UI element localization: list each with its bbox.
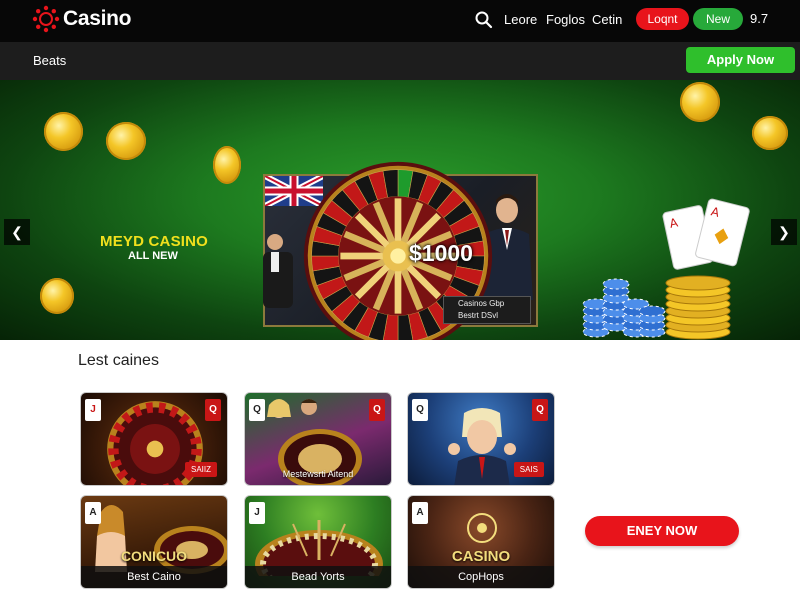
dealers-figure-icon <box>267 399 317 418</box>
tile-brand: CASINO <box>451 548 511 565</box>
card-badge: Q <box>412 399 428 421</box>
tile-tag: SAIIZ <box>184 462 217 477</box>
tile-tag: SAIS <box>513 462 544 477</box>
hero-title: MEYD CASINO <box>100 233 209 250</box>
dealer-figure-icon <box>263 234 293 308</box>
tile-caption: Best Caino <box>81 566 227 588</box>
game-tile-3[interactable]: Q Q SAIS <box>407 392 555 486</box>
roulette-logo-icon <box>32 5 60 33</box>
gold-coin-icon <box>106 122 146 160</box>
search-icon[interactable] <box>474 10 494 30</box>
card-badge: Q <box>249 399 265 421</box>
game-tile-6[interactable]: A CASINO CopHops <box>407 495 555 589</box>
info-plaque: Casinos Gbp Bestrt DSvl <box>443 296 531 324</box>
apply-now-button[interactable]: Apply Now <box>686 47 795 73</box>
plaque-line-1: Casinos Gbp <box>458 299 505 308</box>
game-tile-2[interactable]: Q Q Mestewsrti Aitend <box>244 392 392 486</box>
chevron-left-icon[interactable]: ❮ <box>4 219 30 245</box>
nav-link-foglos[interactable]: Foglos <box>546 12 585 27</box>
poker-chip <box>602 278 630 290</box>
gold-coin-icon <box>213 146 241 184</box>
gold-coin-icon <box>752 116 788 150</box>
gold-coin-icon <box>680 82 720 122</box>
gold-coin-icon <box>40 278 74 314</box>
enjoy-now-button[interactable]: ENEY NOW <box>585 516 739 546</box>
nav-link-leore[interactable]: Leore <box>504 12 537 27</box>
card-badge: A <box>412 502 428 524</box>
sub-navbar: Beats Apply Now <box>0 42 800 80</box>
character-figure-icon <box>448 408 516 485</box>
section-title: Lest caines <box>78 352 159 369</box>
chandelier-emblem-icon <box>467 513 497 543</box>
top-navbar: Casino Leore Foglos Cetin Loqnt New 9.7 <box>0 0 800 42</box>
sub-nav-label[interactable]: Beats <box>33 53 66 68</box>
tile-caption: CopHops <box>408 566 554 588</box>
nav-link-cetin[interactable]: Cetin <box>592 12 622 27</box>
tile-caption: Bead Yorts <box>245 566 391 588</box>
hero-banner[interactable]: MEYD CASINO ALL NEW ❮ ❯ $1000 Casinos Gb… <box>0 80 800 340</box>
roulette-wheel-icon <box>154 526 227 574</box>
login-button[interactable]: Loqnt <box>636 8 689 30</box>
game-tile-4[interactable]: A CONICUO Best Caino <box>80 495 228 589</box>
brand-name: Casino <box>63 7 132 30</box>
card-badge: J <box>85 399 101 421</box>
card-badge: J <box>249 502 265 524</box>
game-tile-5[interactable]: J Bead Yorts <box>244 495 392 589</box>
card-badge-side: Q <box>532 399 548 421</box>
jackpot-amount: $1000 <box>409 240 473 266</box>
poker-chips-icon <box>582 278 666 338</box>
tile-caption: Mestewsrti Aitend <box>282 469 354 479</box>
gold-coin-stack-icon <box>665 275 731 340</box>
game-tile-1[interactable]: J Q SAIIZ <box>80 392 228 486</box>
card-badge-side: Q <box>205 399 221 421</box>
plaque-line-2: Bestrt DSvl <box>458 311 499 320</box>
hero-subtitle: ALL NEW <box>128 250 178 262</box>
casino-logo[interactable]: Casino <box>32 5 132 33</box>
new-button[interactable]: New <box>693 8 743 30</box>
tile-brand: CONICUO <box>120 548 188 564</box>
card-badge-side: Q <box>369 399 385 421</box>
gold-coin <box>665 275 731 291</box>
card-badge: A <box>85 502 101 524</box>
gold-coin-icon <box>44 112 83 151</box>
chevron-right-icon[interactable]: ❯ <box>771 219 797 245</box>
balance-value: 9.7 <box>750 11 769 26</box>
